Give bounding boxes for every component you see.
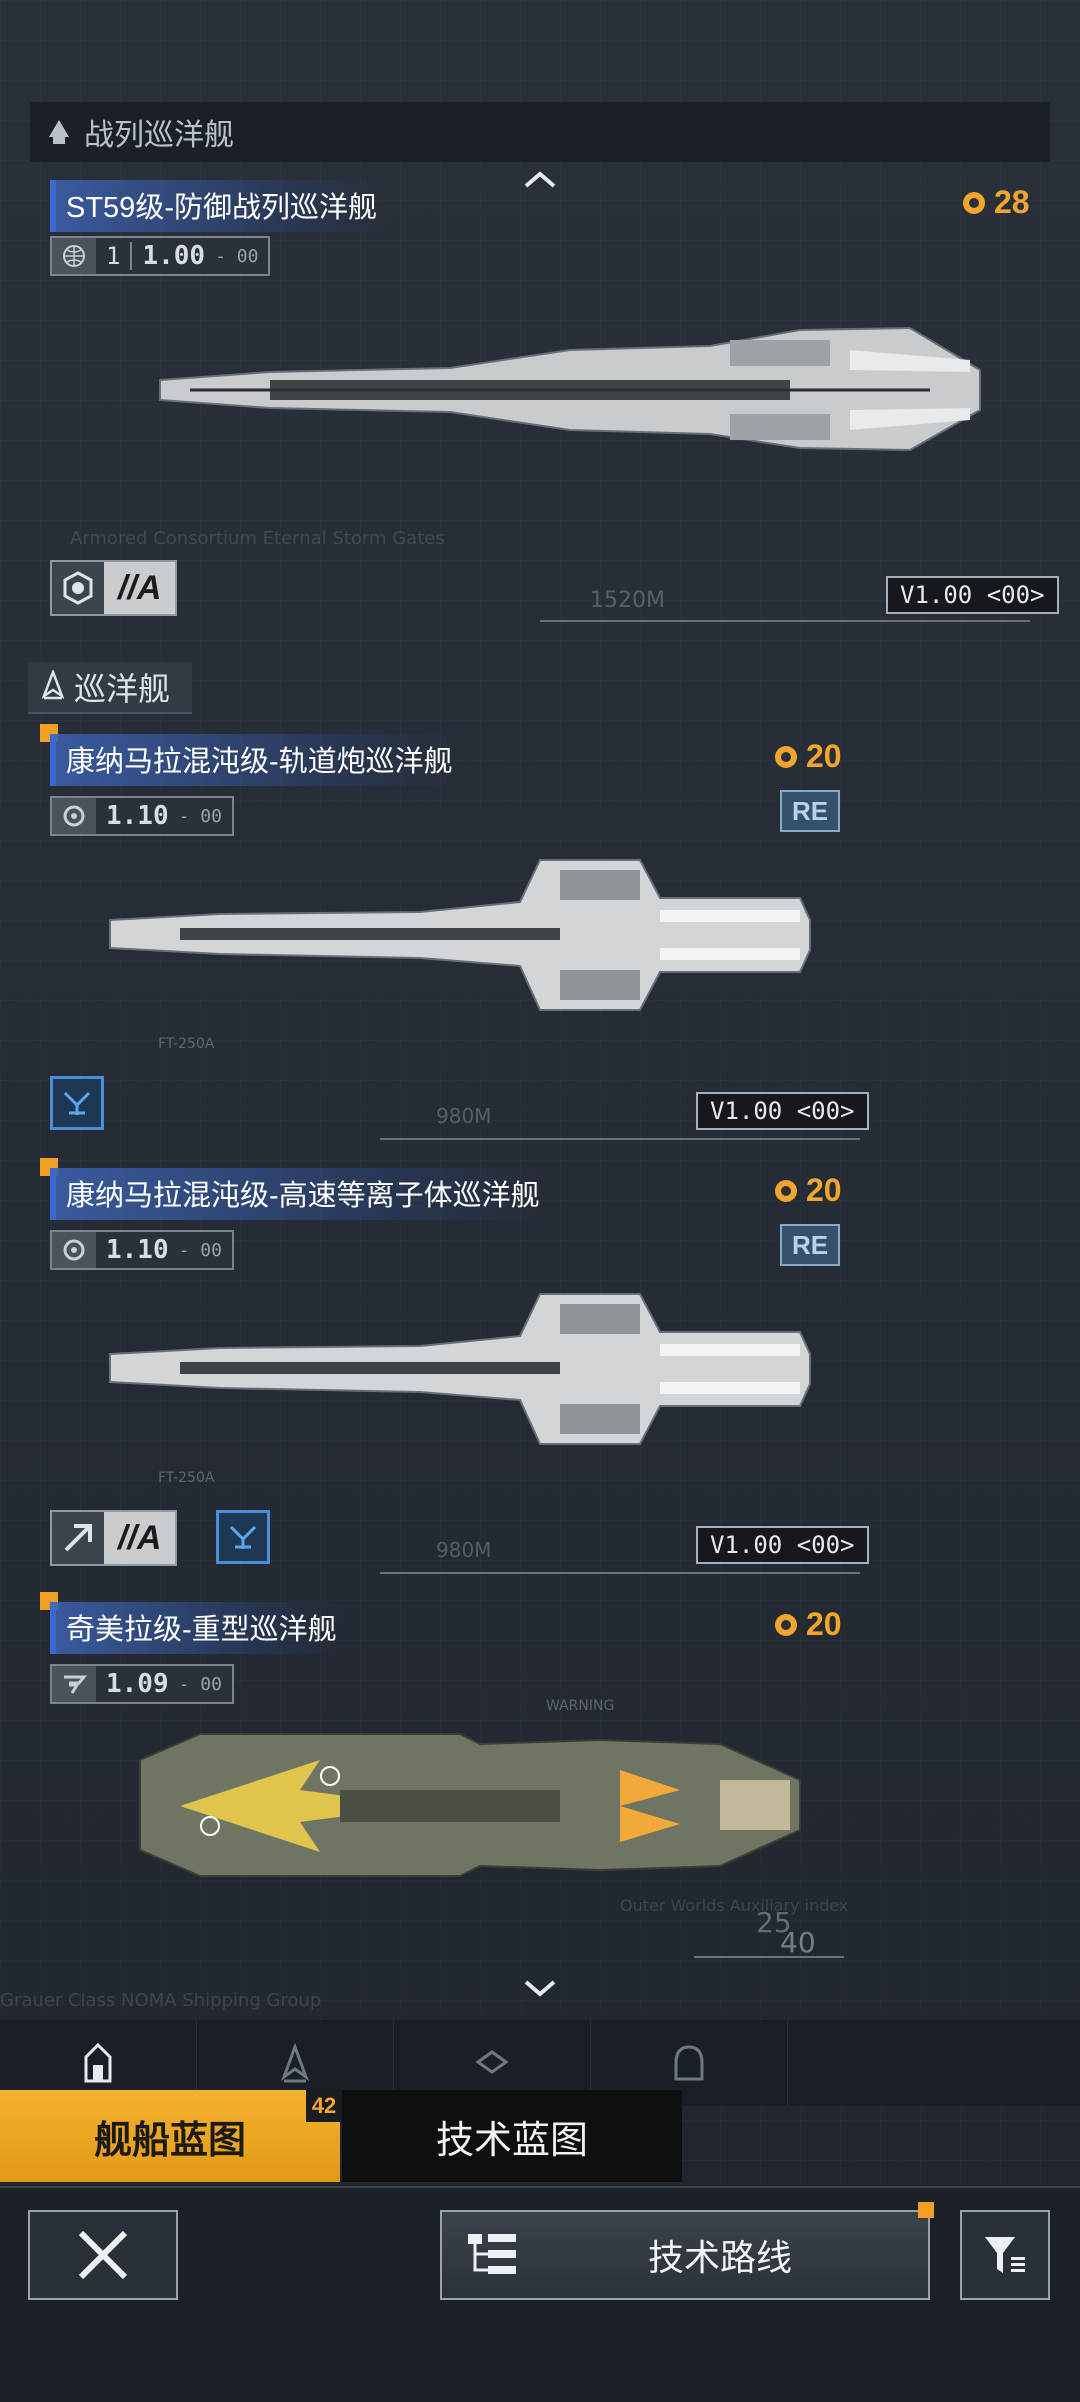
tab-tech-blueprint[interactable]: 技术蓝图 <box>342 2090 682 2182</box>
ship-image-connemara-railgun[interactable] <box>100 850 820 1020</box>
version-badge: 1.10 - 00 <box>50 796 234 836</box>
ship-title[interactable]: ST59级-防御战列巡洋舰 <box>50 180 387 232</box>
gear-icon <box>52 798 96 834</box>
globe-icon <box>52 238 96 274</box>
frigate-nav-icon <box>674 2045 704 2081</box>
length-label: 980M <box>436 1104 492 1128</box>
divider-line <box>694 1956 844 1958</box>
arrow-up-icon <box>52 1512 104 1564</box>
weapon-module-icon[interactable] <box>216 1510 270 1564</box>
scroll-down-chevron-icon[interactable] <box>522 1976 558 2000</box>
decor-text: Outer Worlds Auxiliary index <box>620 1896 849 1915</box>
version-code: V1.00 <00> <box>696 1526 869 1564</box>
scale-label: 40 <box>780 1926 816 1959</box>
ship-title[interactable]: 康纳马拉混沌级-高速等离子体巡洋舰 <box>50 1168 550 1220</box>
section-title: 巡洋舰 <box>74 671 171 707</box>
battlecruiser-class-icon <box>44 117 74 147</box>
ship-blueprint-count-badge: 42 <box>306 2090 342 2122</box>
divider-line <box>540 620 1030 622</box>
close-icon <box>78 2230 128 2280</box>
ship-title[interactable]: 奇美拉级-重型巡洋舰 <box>50 1602 347 1654</box>
tab-ship-blueprint[interactable]: 舰船蓝图 <box>0 2090 340 2182</box>
cost-display: 20 <box>772 1606 842 1643</box>
notification-dot <box>918 2202 934 2218</box>
scroll-up-chevron-icon[interactable] <box>522 168 558 192</box>
re-badge: RE <box>780 790 840 832</box>
decor-text: Armored Consortium Eternal Storm Gates <box>70 528 445 549</box>
ship-image-chimera[interactable] <box>120 1720 810 1890</box>
weapon-label: FT-250A <box>158 1036 215 1052</box>
footer-bar: 技术路线 <box>0 2186 1080 2402</box>
version-badge: 1.10 - 00 <box>50 1230 234 1270</box>
cost-display: 28 <box>960 184 1030 221</box>
tech-tree-icon <box>468 2234 516 2274</box>
faction-icon <box>52 1666 96 1702</box>
cost-gear-icon <box>963 191 985 214</box>
hex-gear-icon <box>52 562 104 614</box>
cost-display: 20 <box>772 738 842 775</box>
cruiser-nav-icon <box>280 2043 310 2083</box>
cost-gear-icon <box>775 1179 797 1202</box>
version-code: V1.00 <00> <box>886 576 1059 614</box>
cost-display: 20 <box>772 1172 842 1209</box>
section-title: 战列巡洋舰 <box>84 119 234 152</box>
section-header-battlecruiser: 战列巡洋舰 <box>30 102 1050 162</box>
grade-badge: //A <box>50 1510 178 1566</box>
weapon-module-icon[interactable] <box>50 1076 104 1130</box>
re-badge: RE <box>780 1224 840 1266</box>
battlecruiser-nav-icon <box>84 2043 112 2083</box>
version-badge: 1 1.00 - 00 <box>50 236 271 276</box>
tab-bar: 舰船蓝图 42 技术蓝图 <box>0 2086 1080 2186</box>
section-header-cruiser: 巡洋舰 <box>28 662 193 714</box>
filter-button[interactable] <box>960 2210 1050 2300</box>
version-code: V1.00 <00> <box>696 1092 869 1130</box>
tech-route-button[interactable]: 技术路线 <box>440 2202 934 2300</box>
cruiser-class-icon <box>41 667 65 705</box>
close-button[interactable] <box>28 2210 178 2300</box>
cost-gear-icon <box>775 1613 797 1636</box>
cost-gear-icon <box>775 745 797 768</box>
divider-line <box>380 1138 860 1140</box>
filter-icon <box>985 2237 1025 2273</box>
ship-title[interactable]: 康纳马拉混沌级-轨道炮巡洋舰 <box>50 734 463 786</box>
destroyer-nav-icon <box>475 2050 509 2074</box>
length-label: 1520M <box>590 588 665 613</box>
decor-text: Grauer Class NOMA Shipping Group <box>0 1990 322 2011</box>
ship-image-connemara-plasma[interactable] <box>100 1284 820 1454</box>
divider-line <box>380 1572 860 1574</box>
gear-icon <box>52 1232 96 1268</box>
length-label: 980M <box>436 1538 492 1562</box>
ship-image-st59[interactable] <box>150 310 990 470</box>
tech-route-label: 技术路线 <box>648 2237 793 2278</box>
version-badge: 1.09 - 00 <box>50 1664 234 1704</box>
grade-badge: //A <box>50 560 178 616</box>
warning-label: WARNING <box>546 1698 615 1714</box>
weapon-label: FT-250A <box>158 1470 215 1486</box>
